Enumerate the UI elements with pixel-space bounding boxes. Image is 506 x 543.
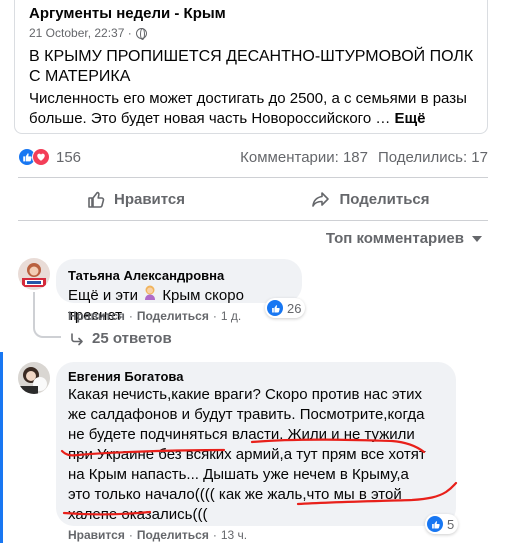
- comment-like-link[interactable]: Нравится: [68, 528, 125, 542]
- chevron-down-icon: [472, 235, 482, 242]
- love-reaction-icon: [32, 148, 50, 166]
- comment-reaction-count: 5: [447, 516, 455, 532]
- comment-author[interactable]: Евгения Богатова: [68, 368, 444, 385]
- view-replies-label: 25 ответов: [92, 330, 172, 347]
- share-arrow-icon: [312, 192, 330, 207]
- meta-dot: ·: [212, 528, 217, 542]
- comments-count[interactable]: Комментарии: 187: [240, 149, 368, 166]
- shares-count[interactable]: Поделились: 17: [378, 149, 488, 166]
- shared-post-card[interactable]: Аргументы недели - Крым 21 October, 22:3…: [14, 0, 488, 134]
- view-replies-button[interactable]: 25 ответов: [70, 330, 172, 347]
- comment-time[interactable]: 1 д.: [221, 309, 241, 323]
- woman-emoji-icon: [142, 284, 158, 302]
- share-button[interactable]: Поделиться: [253, 186, 488, 212]
- comment-sort-dropdown[interactable]: Топ комментариев: [326, 230, 482, 247]
- comment-bubble: Евгения Богатова Какая нечисть,какие вра…: [56, 362, 456, 526]
- stats-right: Комментарии: 187 Поделились: 17: [240, 149, 488, 166]
- comment-bubble: Татьяна Александровна Ещё и эти Крым ско…: [56, 259, 302, 324]
- avatar[interactable]: [18, 258, 50, 290]
- comment-share-link[interactable]: Поделиться: [137, 528, 209, 542]
- post-stats: 156 Комментарии: 187 Поделились: 17: [18, 146, 488, 168]
- comment-meta: Нравится · Поделиться · 13 ч.: [68, 528, 247, 542]
- shared-post-headline[interactable]: В Крыму пропишется десантно-штурмовой по…: [29, 47, 475, 87]
- like-button-label: Нравится: [113, 190, 186, 208]
- comment-sort-label: Топ комментариев: [325, 230, 464, 247]
- like-button[interactable]: Нравится: [18, 186, 253, 212]
- post-actions: Нравится Поделиться: [18, 186, 488, 212]
- thumbs-up-icon: [88, 191, 105, 208]
- like-reaction-icon: [427, 516, 443, 532]
- comment-reaction-badge[interactable]: 5: [425, 514, 459, 534]
- meta-dot: ·: [212, 309, 217, 323]
- meta-dot: ·: [128, 528, 133, 542]
- comment-time[interactable]: 13 ч.: [221, 528, 247, 542]
- globe-icon: [135, 27, 147, 40]
- shared-post-date-text: 21 October, 22:37 ·: [29, 26, 132, 40]
- share-button-label: Поделиться: [339, 190, 430, 208]
- divider: [18, 177, 488, 178]
- reactions-summary[interactable]: 156: [18, 148, 81, 166]
- avatar[interactable]: [18, 362, 50, 394]
- thread-line: [33, 292, 61, 338]
- see-more-link[interactable]: Ещё: [395, 110, 426, 127]
- reactions-count: 156: [56, 148, 82, 166]
- comment-share-link[interactable]: Поделиться: [137, 309, 209, 323]
- divider: [18, 220, 488, 221]
- comment-meta: Нравится · Поделиться · 1 д.: [68, 309, 241, 323]
- comment-reaction-badge[interactable]: 26: [265, 298, 306, 318]
- comment-author[interactable]: Татьяна Александровна: [68, 267, 290, 284]
- shared-post-date: 21 October, 22:37 ·: [29, 24, 475, 42]
- highlight-bar: [0, 352, 3, 543]
- shared-post-source[interactable]: Аргументы недели - Крым: [29, 4, 475, 24]
- reply-arrow-icon: [71, 332, 83, 345]
- meta-dot: ·: [128, 309, 133, 323]
- comment-reaction-count: 26: [287, 300, 302, 316]
- shared-post-excerpt: Численность его может достигать до 2500,…: [29, 89, 475, 129]
- like-reaction-icon: [267, 300, 283, 316]
- comment-text-before: Ещё и эти: [68, 287, 138, 304]
- comment-like-link[interactable]: Нравится: [68, 309, 125, 323]
- comment-text: Какая нечисть,какие враги? Скоро против …: [68, 386, 426, 523]
